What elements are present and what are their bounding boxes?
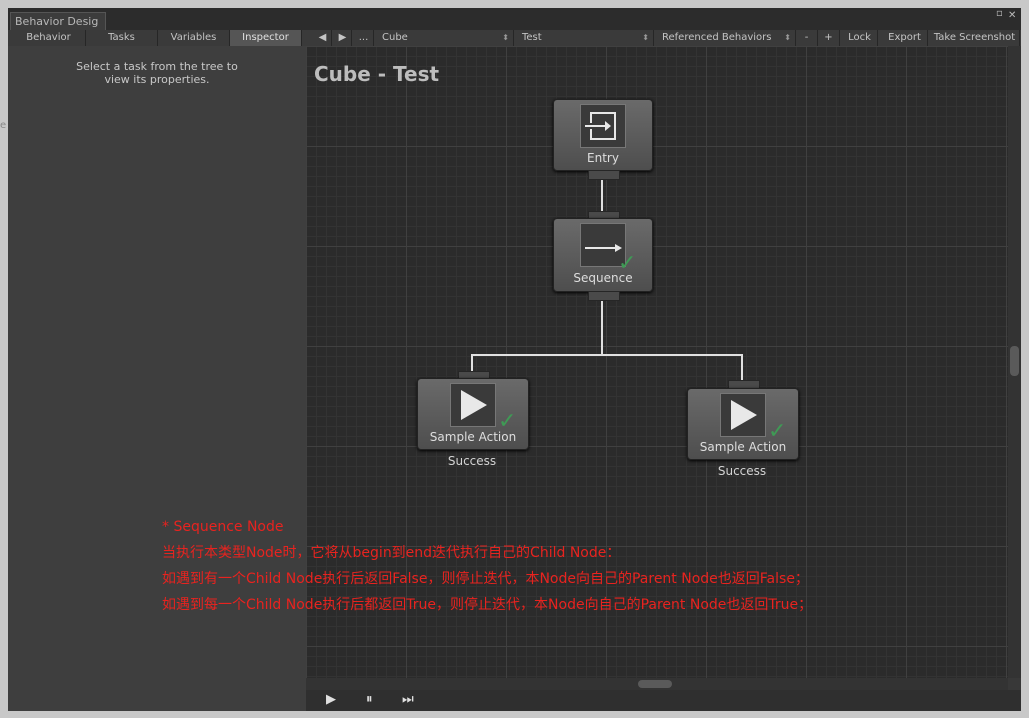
nav-forward-icon[interactable]: ▶ [334, 30, 352, 46]
play-button[interactable]: ▶ [326, 692, 336, 707]
step-button[interactable]: ⏭ [402, 692, 414, 707]
connection-line [471, 354, 473, 372]
entry-icon [580, 104, 626, 148]
behavior-select[interactable]: Test ⬍ [516, 30, 654, 46]
pause-button[interactable]: ⏸ [366, 692, 373, 707]
tab-behavior[interactable]: Behavior [12, 30, 86, 46]
tab-tasks[interactable]: Tasks [86, 30, 158, 46]
annotation-line3: 如遇到有一个Child Node执行后返回False，则停止迭代，本Node向自… [162, 571, 809, 587]
playback-bar: ▶ ⏸ ⏭ [306, 690, 1021, 711]
take-screenshot-button[interactable]: Take Screenshot [930, 30, 1020, 46]
sequence-output-port[interactable] [588, 291, 620, 301]
connection-line [741, 354, 743, 380]
entry-node-label: Entry [587, 151, 619, 165]
annotation-overlay: * Sequence Node 当执行本类型Node时，它将从begin到end… [162, 514, 812, 618]
connection-line [471, 354, 743, 356]
horizontal-scrollbar[interactable] [306, 678, 1008, 690]
dropdown-arrow-icon: ⬍ [502, 33, 509, 42]
play-icon [720, 393, 766, 437]
connection-line [601, 179, 603, 215]
sample-action-label: Sample Action [699, 440, 787, 454]
left-edge-strip: e [0, 120, 7, 131]
sequence-node-label: Sequence [573, 271, 633, 285]
task-status: Success [447, 454, 497, 468]
vertical-scroll-thumb[interactable] [1010, 346, 1019, 376]
window-titlebar: Behavior Desig ▫ ✕ [8, 8, 1021, 30]
more-button[interactable]: ... [354, 30, 374, 46]
inspector-message-line2: view its properties. [104, 73, 210, 86]
export-button[interactable]: Export [882, 30, 928, 46]
sequence-node[interactable]: ✓ Sequence [553, 218, 653, 292]
annotation-line4: 如遇到每一个Child Node执行后都返回True，则停止迭代，本Node向自… [162, 597, 813, 613]
tab-variables[interactable]: Variables [158, 30, 230, 46]
referenced-behaviors-select[interactable]: Referenced Behaviors ⬍ [656, 30, 796, 46]
behavior-select-value: Test [522, 32, 542, 43]
entry-node[interactable]: Entry [553, 99, 653, 171]
maximize-icon[interactable]: ▫ [996, 8, 1003, 19]
window-title-tab[interactable]: Behavior Desig [10, 12, 106, 30]
referenced-behaviors-value: Referenced Behaviors [662, 32, 772, 43]
close-icon[interactable]: ✕ [1008, 10, 1016, 21]
play-icon [450, 383, 496, 427]
entry-output-port[interactable] [588, 170, 620, 180]
add-button[interactable]: + [818, 30, 840, 46]
sample-action-node[interactable]: ✓ Sample Action [687, 388, 799, 460]
dropdown-arrow-icon: ⬍ [642, 33, 649, 42]
object-select-value: Cube [382, 32, 408, 43]
connection-line [601, 299, 603, 355]
remove-button[interactable]: - [796, 30, 818, 46]
inspector-message: Select a task from the tree to view its … [8, 60, 306, 86]
vertical-scrollbar[interactable] [1008, 46, 1021, 678]
annotation-line2: 当执行本类型Node时，它将从begin到end迭代执行自己的Child Nod… [162, 545, 621, 561]
graph-title: Cube - Test [314, 62, 440, 86]
task-status: Success [717, 464, 767, 478]
sample-action-node[interactable]: ✓ Sample Action [417, 378, 529, 450]
tab-inspector[interactable]: Inspector [230, 30, 302, 46]
lock-button[interactable]: Lock [842, 30, 878, 46]
nav-back-icon[interactable]: ◀ [314, 30, 332, 46]
object-select[interactable]: Cube ⬍ [376, 30, 514, 46]
annotation-line1: * Sequence Node [162, 519, 284, 535]
dropdown-arrow-icon: ⬍ [784, 33, 791, 42]
toolbar: Behavior Tasks Variables Inspector ◀ ▶ .… [8, 30, 1021, 47]
horizontal-scroll-thumb[interactable] [638, 680, 672, 688]
sample-action-label: Sample Action [429, 430, 517, 444]
inspector-message-line1: Select a task from the tree to [76, 60, 238, 73]
